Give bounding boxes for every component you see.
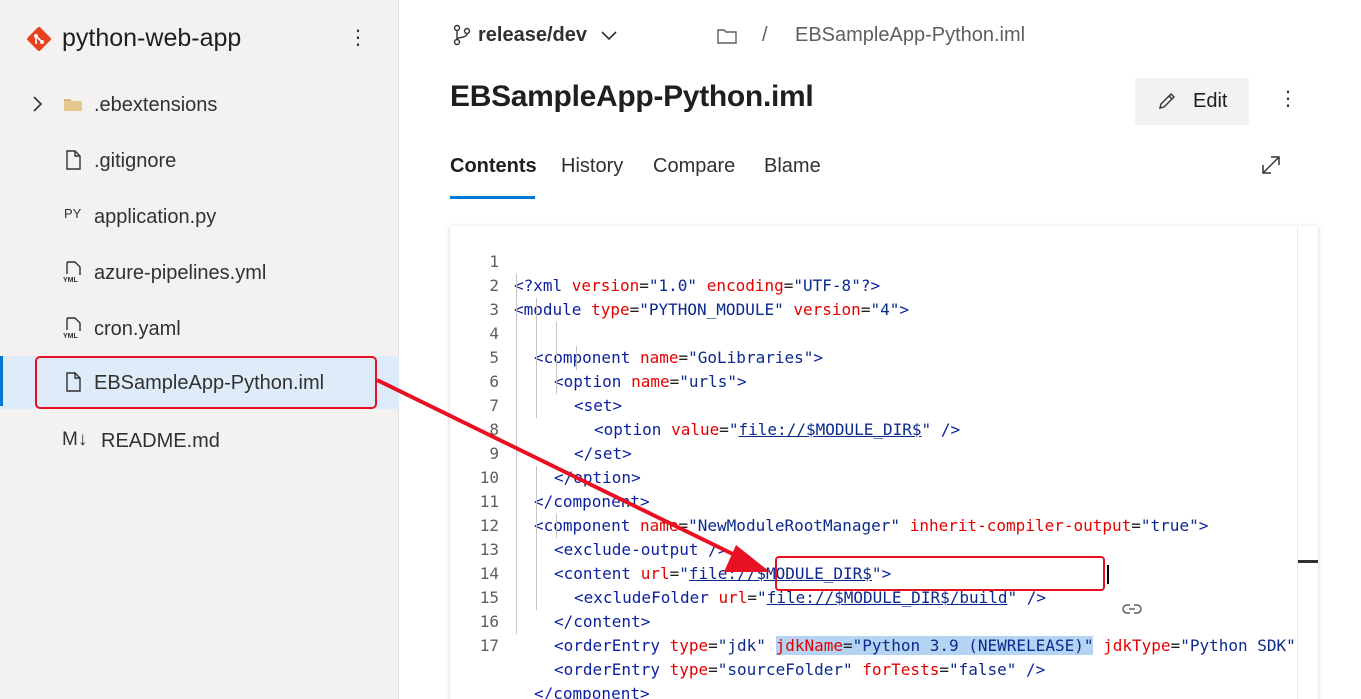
more-options-icon[interactable]: ⋮ bbox=[1278, 88, 1298, 114]
line-number: 17 bbox=[479, 636, 499, 655]
active-tab-indicator bbox=[450, 196, 535, 199]
annotation-highlight-box bbox=[35, 356, 377, 409]
scroll-marker bbox=[1298, 560, 1318, 563]
edit-button-label: Edit bbox=[1193, 90, 1228, 112]
svg-text:YML: YML bbox=[63, 277, 79, 284]
branch-name: release/dev bbox=[478, 24, 587, 46]
code-line: 9 </component> bbox=[450, 418, 1318, 511]
git-repo-icon bbox=[27, 27, 51, 51]
yaml-file-icon: YML bbox=[63, 317, 81, 340]
code-line: 2 <module type="PYTHON_MODULE" version="… bbox=[450, 250, 1318, 319]
code-viewer[interactable]: 1 <?xml version="1.0" encoding="UTF-8"?>… bbox=[450, 226, 1318, 699]
folder-icon bbox=[64, 99, 82, 111]
more-options-icon[interactable]: ⋮ bbox=[348, 26, 368, 54]
file-explorer-sidebar: python-web-app ⋮ .ebextensions .gitignor… bbox=[0, 0, 399, 699]
folder-icon[interactable] bbox=[716, 26, 738, 46]
expand-icon[interactable] bbox=[1260, 154, 1282, 176]
branch-icon bbox=[453, 24, 471, 46]
markdown-file-icon: M↓ bbox=[62, 429, 88, 450]
breadcrumb-file[interactable]: EBSampleApp-Python.iml bbox=[795, 24, 1025, 47]
edit-button[interactable]: Edit bbox=[1135, 78, 1249, 125]
tab-blame[interactable]: Blame bbox=[764, 155, 821, 178]
file-icon bbox=[66, 150, 81, 170]
tree-item-label: .ebextensions bbox=[94, 94, 218, 116]
tree-item-cron-yaml[interactable]: YML cron.yaml bbox=[0, 304, 399, 354]
tab-history[interactable]: History bbox=[561, 155, 623, 178]
tree-item-gitignore[interactable]: .gitignore bbox=[0, 136, 399, 186]
code-line: 11 <exclude-output /> bbox=[450, 466, 1318, 559]
breadcrumb-separator: / bbox=[762, 24, 768, 46]
code-line: 7 </set> bbox=[450, 370, 1318, 463]
chevron-down-icon[interactable] bbox=[600, 26, 618, 44]
pencil-icon bbox=[1159, 93, 1175, 109]
code-line: 17 </component> bbox=[450, 610, 1318, 699]
tree-item-ebextensions[interactable]: .ebextensions bbox=[0, 80, 399, 130]
code-line: 8 </option> bbox=[450, 394, 1318, 487]
chevron-right-icon[interactable] bbox=[30, 94, 44, 114]
link-icon[interactable] bbox=[1121, 598, 1143, 620]
tree-item-azure-pipelines[interactable]: YML azure-pipelines.yml bbox=[0, 248, 399, 298]
tree-item-readme[interactable]: M↓ README.md bbox=[0, 416, 399, 466]
svg-text:YML: YML bbox=[63, 333, 79, 340]
code-line: 5 <set> bbox=[450, 322, 1318, 415]
code-line: 1 <?xml version="1.0" encoding="UTF-8"?> bbox=[450, 226, 1318, 295]
tab-contents[interactable]: Contents bbox=[450, 155, 537, 178]
tree-item-label: README.md bbox=[101, 430, 220, 452]
code-line: 13 <excludeFolder url="file://$MODULE_DI… bbox=[450, 514, 1318, 607]
annotation-highlight-box bbox=[775, 556, 1105, 591]
tree-item-label: application.py bbox=[94, 206, 217, 228]
python-file-icon: PY bbox=[64, 206, 82, 221]
repo-name[interactable]: python-web-app bbox=[62, 24, 241, 53]
tab-compare[interactable]: Compare bbox=[653, 155, 735, 178]
text-cursor bbox=[1107, 565, 1109, 584]
code-line: 6 <option value="file://$MODULE_DIR$" /> bbox=[450, 346, 1318, 439]
tree-item-label: .gitignore bbox=[94, 150, 177, 172]
code-line: 4 <option name="urls"> bbox=[450, 298, 1318, 391]
tree-item-application-py[interactable]: PY application.py bbox=[0, 192, 399, 242]
code-line: 12 <content url="file://$MODULE_DIR$"> bbox=[450, 490, 1318, 583]
tree-item-label: cron.yaml bbox=[94, 318, 181, 340]
tree-item-label: azure-pipelines.yml bbox=[94, 262, 267, 284]
page-title: EBSampleApp-Python.iml bbox=[450, 80, 814, 113]
code-line: 3 <component name="GoLibraries"> bbox=[450, 274, 1318, 367]
yaml-file-icon: YML bbox=[63, 261, 81, 284]
code-line: 10 <component name="NewModuleRootManager… bbox=[450, 442, 1318, 535]
repo-header: python-web-app ⋮ bbox=[0, 0, 399, 80]
selected-text: jdkName="Python 3.9 (NEWRELEASE)" bbox=[775, 636, 1094, 655]
